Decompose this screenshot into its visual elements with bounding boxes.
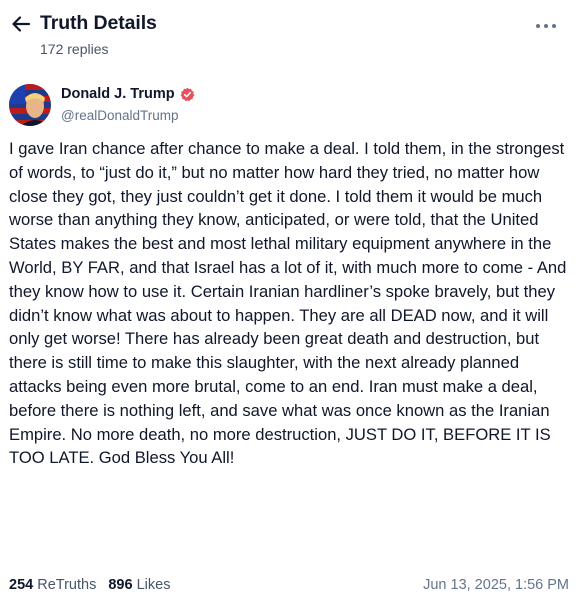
arrow-left-icon <box>12 16 31 32</box>
reply-count: 172 replies <box>40 41 109 57</box>
author-name[interactable]: Donald J. Trump <box>61 86 195 102</box>
more-horizontal-icon <box>536 24 556 28</box>
page-title: Truth Details <box>40 12 157 34</box>
page-header: Truth Details 172 replies <box>0 0 581 64</box>
back-button[interactable] <box>10 13 32 35</box>
post-timestamp: Jun 13, 2025, 1:56 PM <box>423 577 569 593</box>
avatar[interactable] <box>9 84 51 126</box>
verified-badge-icon <box>180 87 195 101</box>
author-handle[interactable]: @realDonaldTrump <box>61 108 179 123</box>
likes-stat[interactable]: 896 Likes <box>108 577 170 593</box>
post-stats: 254 ReTruths 896 Likes Jun 13, 2025, 1:5… <box>9 577 569 593</box>
likes-count: 896 <box>108 577 133 593</box>
retruths-count: 254 <box>9 577 34 593</box>
retruths-stat[interactable]: 254 ReTruths <box>9 577 96 593</box>
retruths-label: ReTruths <box>37 577 97 593</box>
likes-label: Likes <box>136 577 171 593</box>
author-name-text: Donald J. Trump <box>61 86 175 102</box>
more-options-button[interactable] <box>533 19 559 33</box>
post-text: I gave Iran chance after chance to make … <box>9 139 567 468</box>
